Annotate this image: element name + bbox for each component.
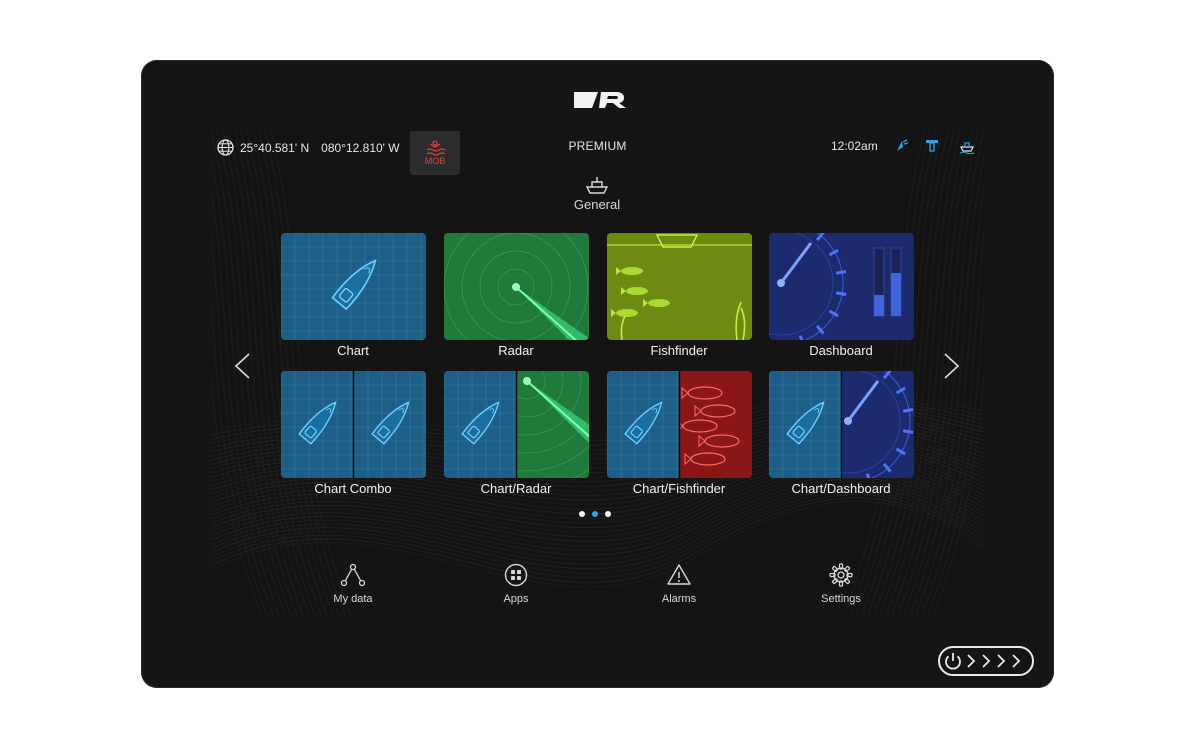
power-button[interactable] xyxy=(938,646,1034,676)
app-preview-image xyxy=(607,371,752,478)
app-preview-image xyxy=(769,233,914,340)
app-preview-image xyxy=(607,233,752,340)
app-preview-image xyxy=(444,233,589,340)
app-tile-chart-fishfinder[interactable] xyxy=(607,371,752,478)
nav-alarms[interactable]: Alarms xyxy=(629,563,729,605)
apps-icon xyxy=(504,563,528,587)
nav-apps[interactable]: Apps xyxy=(466,563,566,605)
display-device: 25°40.581' N 080°12.810' W MOB PREMIUM 1… xyxy=(141,60,1054,688)
nav-label: Apps xyxy=(503,593,529,605)
category-selector[interactable]: General xyxy=(547,175,647,212)
boat-status-icon[interactable] xyxy=(959,138,975,154)
clock: 12:02am xyxy=(831,139,878,153)
app-tile-label: Radar xyxy=(498,343,534,358)
app-preview-image xyxy=(769,371,914,478)
nav-label: Settings xyxy=(821,593,861,605)
gear-icon xyxy=(829,563,853,587)
mob-label: MOB xyxy=(424,156,446,166)
page-dot-current[interactable] xyxy=(592,511,598,517)
app-tile-chart-dashboard[interactable] xyxy=(769,371,914,478)
app-tile-label: Chart/Fishfinder xyxy=(632,481,726,496)
app-preview-image xyxy=(281,371,426,478)
app-tile-fishfinder[interactable] xyxy=(607,233,752,340)
mob-button[interactable]: MOB xyxy=(410,131,460,175)
next-page-arrow[interactable] xyxy=(941,351,963,381)
app-tile-radar[interactable] xyxy=(444,233,589,340)
status-bar: 25°40.581' N 080°12.810' W MOB PREMIUM 1… xyxy=(211,131,984,175)
app-tile-label: Chart Combo xyxy=(314,481,392,496)
previous-page-arrow[interactable] xyxy=(231,351,253,381)
nav-label: My data xyxy=(333,593,373,605)
app-tile-label: Fishfinder xyxy=(650,343,708,358)
app-preview-image xyxy=(281,233,426,340)
warning-icon xyxy=(667,564,691,585)
app-tile-label: Chart/Dashboard xyxy=(791,481,891,496)
nav-my-data[interactable]: My data xyxy=(303,563,403,605)
nav-label: Alarms xyxy=(661,593,697,605)
app-preview-image xyxy=(444,371,589,478)
raymarine-logo xyxy=(574,92,626,108)
app-tile-chart-radar[interactable] xyxy=(444,371,589,478)
network-icon xyxy=(340,563,366,587)
nav-settings[interactable]: Settings xyxy=(791,563,891,605)
transducer-icon[interactable] xyxy=(924,138,940,154)
power-icon xyxy=(945,653,1021,670)
app-tile-label: Dashboard xyxy=(809,343,873,358)
page-indicator xyxy=(579,511,611,517)
app-tile-label: Chart xyxy=(337,343,369,358)
home-screen: 25°40.581' N 080°12.810' W MOB PREMIUM 1… xyxy=(211,131,984,615)
category-label: General xyxy=(573,197,621,212)
page-dot[interactable] xyxy=(605,511,611,517)
page-dot[interactable] xyxy=(579,511,585,517)
gps-icon[interactable] xyxy=(894,138,910,154)
app-tile-label: Chart/Radar xyxy=(480,481,552,496)
app-tile-chart-chart[interactable] xyxy=(281,371,426,478)
app-tile-dashboard[interactable] xyxy=(769,233,914,340)
boat-icon xyxy=(585,177,609,194)
app-tile-chart[interactable] xyxy=(281,233,426,340)
